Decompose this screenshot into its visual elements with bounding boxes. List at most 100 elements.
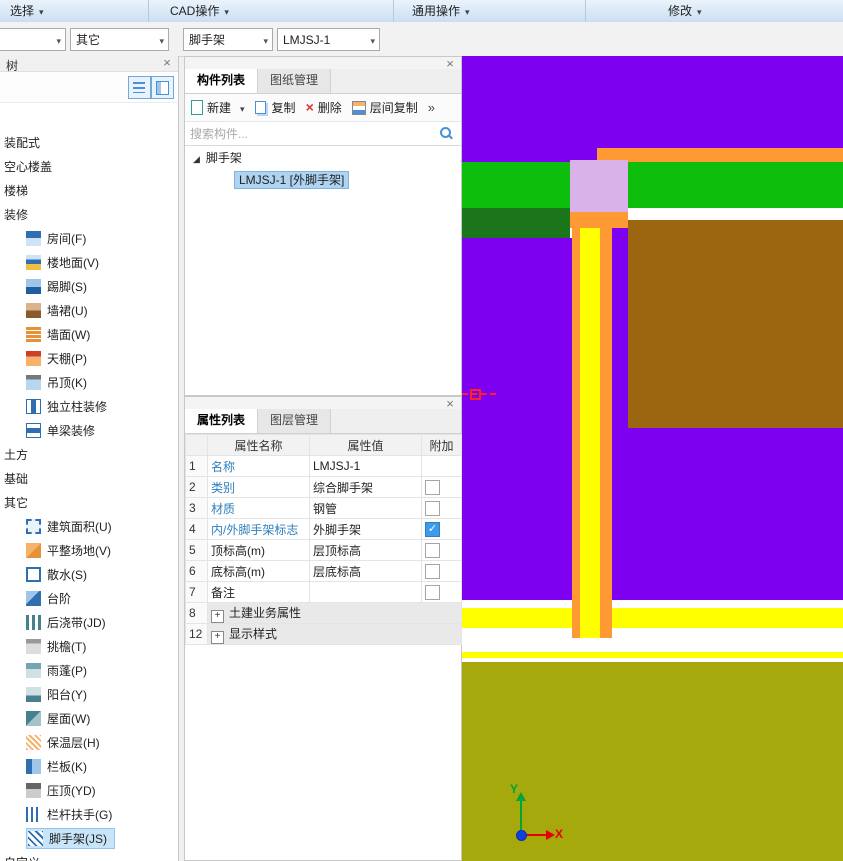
- menu-general-operations[interactable]: 通用操作: [412, 3, 470, 19]
- menu-cad-operations[interactable]: CAD操作: [170, 3, 229, 19]
- nav-item-column-finish[interactable]: 独立柱装修: [0, 394, 178, 418]
- col-attach: 附加: [422, 435, 462, 456]
- wall-dado-icon: [26, 303, 41, 318]
- beam-block-dark-green: [462, 208, 570, 238]
- attach-checkbox[interactable]: [425, 543, 440, 558]
- attach-checkbox[interactable]: [425, 585, 440, 600]
- floor-combo[interactable]: 层: [0, 28, 66, 51]
- coping-icon: [26, 783, 41, 798]
- tab-layer-management[interactable]: 图层管理: [258, 409, 331, 433]
- table-row: 7 备注: [186, 582, 462, 603]
- overflow-button[interactable]: [425, 98, 438, 117]
- nav-item-finishes[interactable]: 装修: [0, 202, 178, 226]
- scaffold-icon: [28, 831, 43, 846]
- scaffold-cap-orange: [570, 212, 628, 228]
- table-row: 2 类别 综合脚手架: [186, 477, 462, 498]
- copy-button[interactable]: 复制: [252, 97, 299, 118]
- copy-icon: [255, 101, 266, 114]
- list-view-icon[interactable]: [128, 76, 151, 99]
- nav-item-suspended-ceiling[interactable]: 吊顶(K): [0, 370, 178, 394]
- table-group-row: 8 土建业务属性: [186, 603, 462, 624]
- delete-button[interactable]: 删除: [303, 97, 345, 118]
- nav-item-room[interactable]: 房间(F): [0, 226, 178, 250]
- property-table: 属性名称 属性值 附加 1 名称 LMJSJ-1 2 类别 综合脚手架 3 材质…: [185, 434, 462, 645]
- nav-item-others[interactable]: 其它: [0, 490, 178, 514]
- component-group-scaffold[interactable]: 脚手架: [185, 146, 461, 170]
- nav-item-ceiling[interactable]: 天棚(P): [0, 346, 178, 370]
- nav-item-wall-face[interactable]: 墙面(W): [0, 322, 178, 346]
- component-tree: 脚手架 LMJSJ-1 [外脚手架]: [185, 146, 461, 192]
- menu-select[interactable]: 选择: [10, 3, 44, 19]
- new-button[interactable]: 新建: [188, 97, 248, 118]
- site-grading-icon: [26, 543, 41, 558]
- group-display-style[interactable]: 显示样式: [208, 624, 462, 645]
- layer-toolbar: 层 其它 脚手架 LMJSJ-1: [0, 22, 843, 57]
- panel-view-icon[interactable]: [151, 76, 174, 99]
- search-input[interactable]: [188, 124, 432, 144]
- nav-item-foundation[interactable]: 基础: [0, 466, 178, 490]
- layer-copy-button[interactable]: 层间复制: [349, 97, 421, 118]
- nav-item-stairs[interactable]: 楼梯: [0, 178, 178, 202]
- nav-item-scaffold[interactable]: 脚手架(JS): [0, 826, 178, 850]
- expand-plus-icon[interactable]: [211, 631, 224, 644]
- tab-component-list[interactable]: 构件列表: [185, 69, 258, 93]
- nav-item-eaves[interactable]: 挑檐(T): [0, 634, 178, 658]
- nav-item-coping[interactable]: 压顶(YD): [0, 778, 178, 802]
- component-item-lmjsj1[interactable]: LMJSJ-1 [外脚手架]: [185, 170, 461, 192]
- column-finish-icon: [26, 399, 41, 414]
- tab-property-list[interactable]: 属性列表: [185, 409, 258, 433]
- attach-checkbox[interactable]: [425, 564, 440, 579]
- beam-finish-icon: [26, 423, 41, 438]
- attach-checkbox[interactable]: [425, 480, 440, 495]
- scaffold-right-edge: [600, 228, 612, 638]
- suspended-ceiling-icon: [26, 375, 41, 390]
- floor-finish-icon: [26, 255, 41, 270]
- group-civil-business-attributes[interactable]: 土建业务属性: [208, 603, 462, 624]
- chevron-down-icon: [219, 4, 229, 18]
- chevron-down-icon: [235, 101, 245, 115]
- menu-modify[interactable]: 修改: [668, 3, 702, 19]
- slab-strip-green: [462, 162, 843, 208]
- nav-item-insulation[interactable]: 保温层(H): [0, 730, 178, 754]
- menu-separator: [148, 0, 149, 22]
- nav-item-steps[interactable]: 台阶: [0, 586, 178, 610]
- expand-plus-icon[interactable]: [211, 610, 224, 623]
- nav-item-assembly[interactable]: 装配式: [0, 130, 178, 154]
- attach-checkbox-checked[interactable]: [425, 522, 440, 537]
- nav-item-site-grading[interactable]: 平整场地(V): [0, 538, 178, 562]
- eaves-icon: [26, 639, 41, 654]
- category-combo[interactable]: 其它: [70, 28, 169, 51]
- tab-drawing-management[interactable]: 图纸管理: [258, 69, 331, 93]
- axis-x-arrowhead: [546, 830, 555, 840]
- cad-viewport[interactable]: Y X: [462, 56, 843, 861]
- delete-icon: [306, 101, 314, 115]
- element-type-combo[interactable]: 脚手架: [183, 28, 273, 51]
- attach-checkbox[interactable]: [425, 501, 440, 516]
- close-icon[interactable]: [161, 56, 173, 70]
- nav-item-building-area[interactable]: 建筑面积(U): [0, 514, 178, 538]
- nav-item-railing[interactable]: 栏杆扶手(G): [0, 802, 178, 826]
- nav-item-roof[interactable]: 屋面(W): [0, 706, 178, 730]
- search-icon[interactable]: [440, 127, 451, 138]
- nav-item-parapet[interactable]: 栏板(K): [0, 754, 178, 778]
- nav-item-earthwork[interactable]: 土方: [0, 442, 178, 466]
- nav-item-hollow-floor[interactable]: 空心楼盖: [0, 154, 178, 178]
- nav-item-canopy[interactable]: 雨蓬(P): [0, 658, 178, 682]
- menu-bar: 选择 CAD操作 通用操作 修改: [0, 0, 843, 23]
- nav-item-apron[interactable]: 散水(S): [0, 562, 178, 586]
- close-icon[interactable]: [444, 57, 456, 71]
- nav-item-custom[interactable]: 自定义: [0, 850, 178, 861]
- element-name-combo[interactable]: LMJSJ-1: [277, 28, 380, 51]
- wall-face-icon: [26, 327, 41, 342]
- close-icon[interactable]: [444, 397, 456, 411]
- nav-item-beam-finish[interactable]: 单梁装修: [0, 418, 178, 442]
- nav-item-floor-finish[interactable]: 楼地面(V): [0, 250, 178, 274]
- chevron-down-icon: [692, 4, 702, 18]
- chevron-down-icon: [460, 4, 470, 18]
- nav-item-post-cast-strip[interactable]: 后浇带(JD): [0, 610, 178, 634]
- nav-item-wall-dado[interactable]: 墙裙(U): [0, 298, 178, 322]
- expand-arrow-icon: [193, 151, 206, 165]
- nav-item-balcony[interactable]: 阳台(Y): [0, 682, 178, 706]
- menu-separator: [393, 0, 394, 22]
- nav-item-skirting[interactable]: 踢脚(S): [0, 274, 178, 298]
